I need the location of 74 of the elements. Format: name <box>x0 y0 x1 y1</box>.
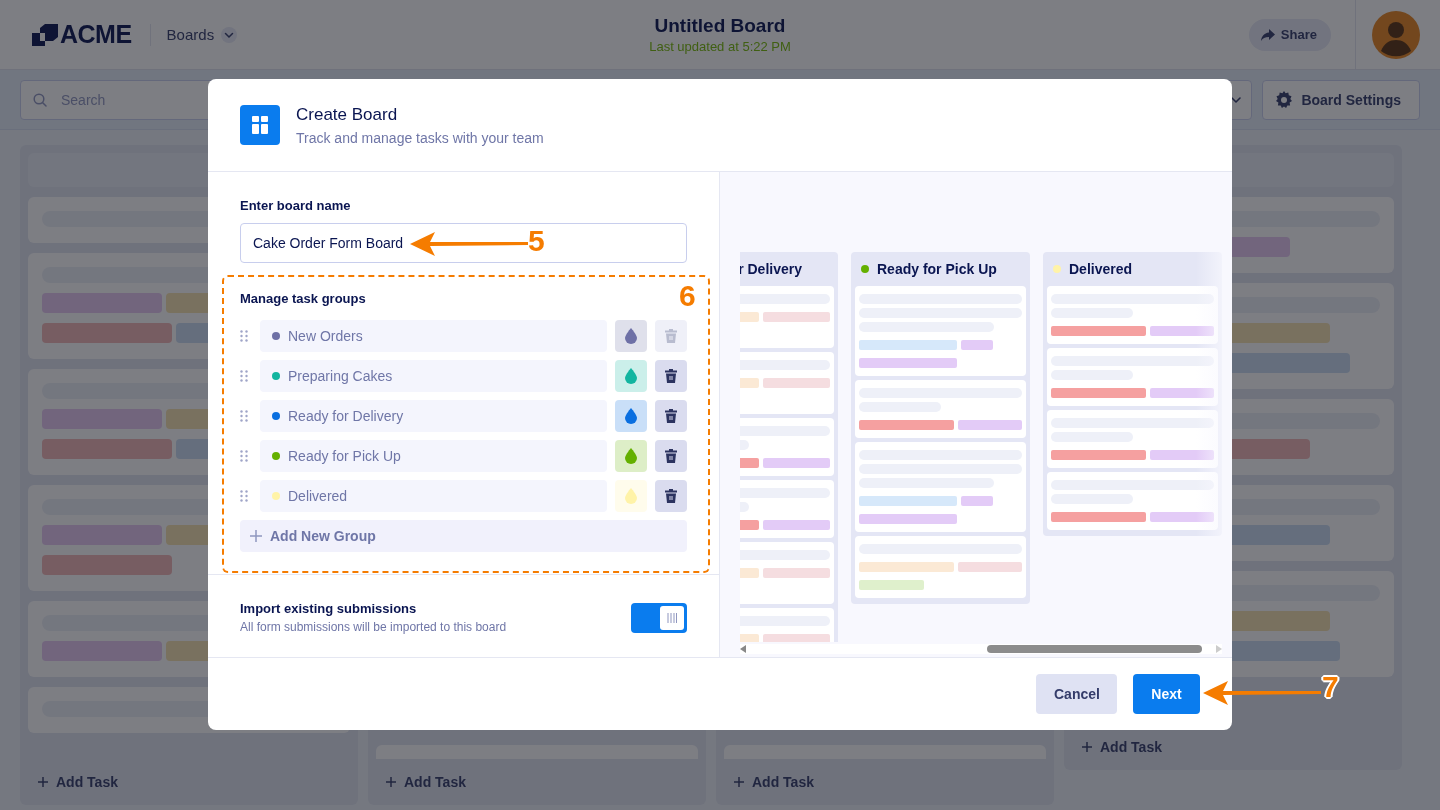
plus-icon <box>386 777 396 787</box>
trash-icon <box>665 369 677 383</box>
drag-handle-icon <box>240 410 248 422</box>
drop-icon <box>625 408 637 424</box>
field-label: Enter board name <box>240 198 352 213</box>
plus-icon <box>38 777 48 787</box>
chevron-down-icon <box>220 25 239 44</box>
color-picker-button[interactable] <box>615 440 647 472</box>
drop-icon <box>625 488 637 504</box>
delete-button[interactable] <box>655 480 687 512</box>
option-description: All form submissions will be imported to this board <box>240 620 507 634</box>
delete-button[interactable] <box>655 400 687 432</box>
group-name: New Orders <box>288 328 363 344</box>
step-number: 6 <box>679 279 696 313</box>
drop-icon <box>625 328 637 344</box>
group-name-field[interactable]: Ready for Pick Up <box>260 440 607 472</box>
delete-button[interactable] <box>655 360 687 392</box>
logo-icon <box>32 23 58 46</box>
modal-title: Create Board <box>296 104 398 124</box>
caret-left-icon <box>740 645 746 653</box>
group-name-field[interactable]: Preparing Cakes <box>260 360 607 392</box>
delete-button[interactable] <box>655 440 687 472</box>
share-button[interactable]: Share <box>1248 18 1331 51</box>
drag-handle-icon <box>240 490 248 502</box>
logo-text: ACME <box>60 20 132 49</box>
next-button[interactable]: Next <box>1133 674 1200 714</box>
board-title: Untitled Board <box>654 15 786 37</box>
group-name: Preparing Cakes <box>288 368 393 384</box>
board-settings-button[interactable]: Board Settings <box>1262 79 1420 120</box>
last-updated-text: Last updated at 5:22 PM <box>649 39 791 54</box>
settings-icon <box>1275 90 1294 109</box>
group-name-field[interactable]: Ready for Delivery <box>260 400 607 432</box>
group-name: Delivered <box>288 488 348 504</box>
trash-icon <box>665 449 677 463</box>
color-picker-button[interactable] <box>615 360 647 392</box>
drop-icon <box>625 368 637 384</box>
add-task-button[interactable]: Add Task <box>716 759 1054 805</box>
toggle-switch[interactable] <box>631 602 687 633</box>
grip-icon <box>667 611 677 624</box>
section-title: Manage task groups <box>240 291 367 306</box>
cancel-button[interactable]: Cancel <box>1036 674 1117 714</box>
drag-handle-icon <box>240 370 248 382</box>
option-title: Import existing submissions <box>240 601 418 616</box>
plus-icon <box>1082 742 1092 752</box>
trash-icon <box>665 409 677 423</box>
color-picker-button[interactable] <box>615 320 647 352</box>
step-number: 7 <box>1322 670 1339 704</box>
modal-subtitle: Track and manage tasks with your team <box>296 129 544 146</box>
avatar <box>1372 10 1420 59</box>
drop-icon <box>625 448 637 464</box>
add-group-button[interactable]: Add New Group <box>240 520 687 552</box>
board-icon <box>240 105 280 145</box>
trash-icon <box>665 489 677 503</box>
add-task-button[interactable]: Add Task <box>368 759 706 805</box>
caret-right-icon <box>1216 645 1222 653</box>
column-title: Delivered <box>1069 261 1133 277</box>
drag-handle-icon <box>240 330 248 342</box>
group-name-field[interactable]: Delivered <box>260 480 607 512</box>
add-task-button[interactable]: Add Task <box>20 759 358 805</box>
group-name: Ready for Pick Up <box>288 448 401 464</box>
drag-handle-icon <box>240 450 248 462</box>
color-picker-button[interactable] <box>615 400 647 432</box>
color-picker-button[interactable] <box>615 480 647 512</box>
column-title: r Delivery <box>740 261 802 277</box>
share-arrow-icon <box>1260 27 1275 42</box>
boards-menu[interactable]: Boards <box>166 25 239 44</box>
plus-icon <box>734 777 744 787</box>
group-name: Ready for Delivery <box>288 408 404 424</box>
column-title: Ready for Pick Up <box>877 261 997 277</box>
search-icon <box>33 92 47 107</box>
step-number: 5 <box>528 224 545 258</box>
trash-icon <box>665 329 677 343</box>
plus-icon <box>250 530 262 542</box>
scrollbar[interactable] <box>740 644 1222 654</box>
